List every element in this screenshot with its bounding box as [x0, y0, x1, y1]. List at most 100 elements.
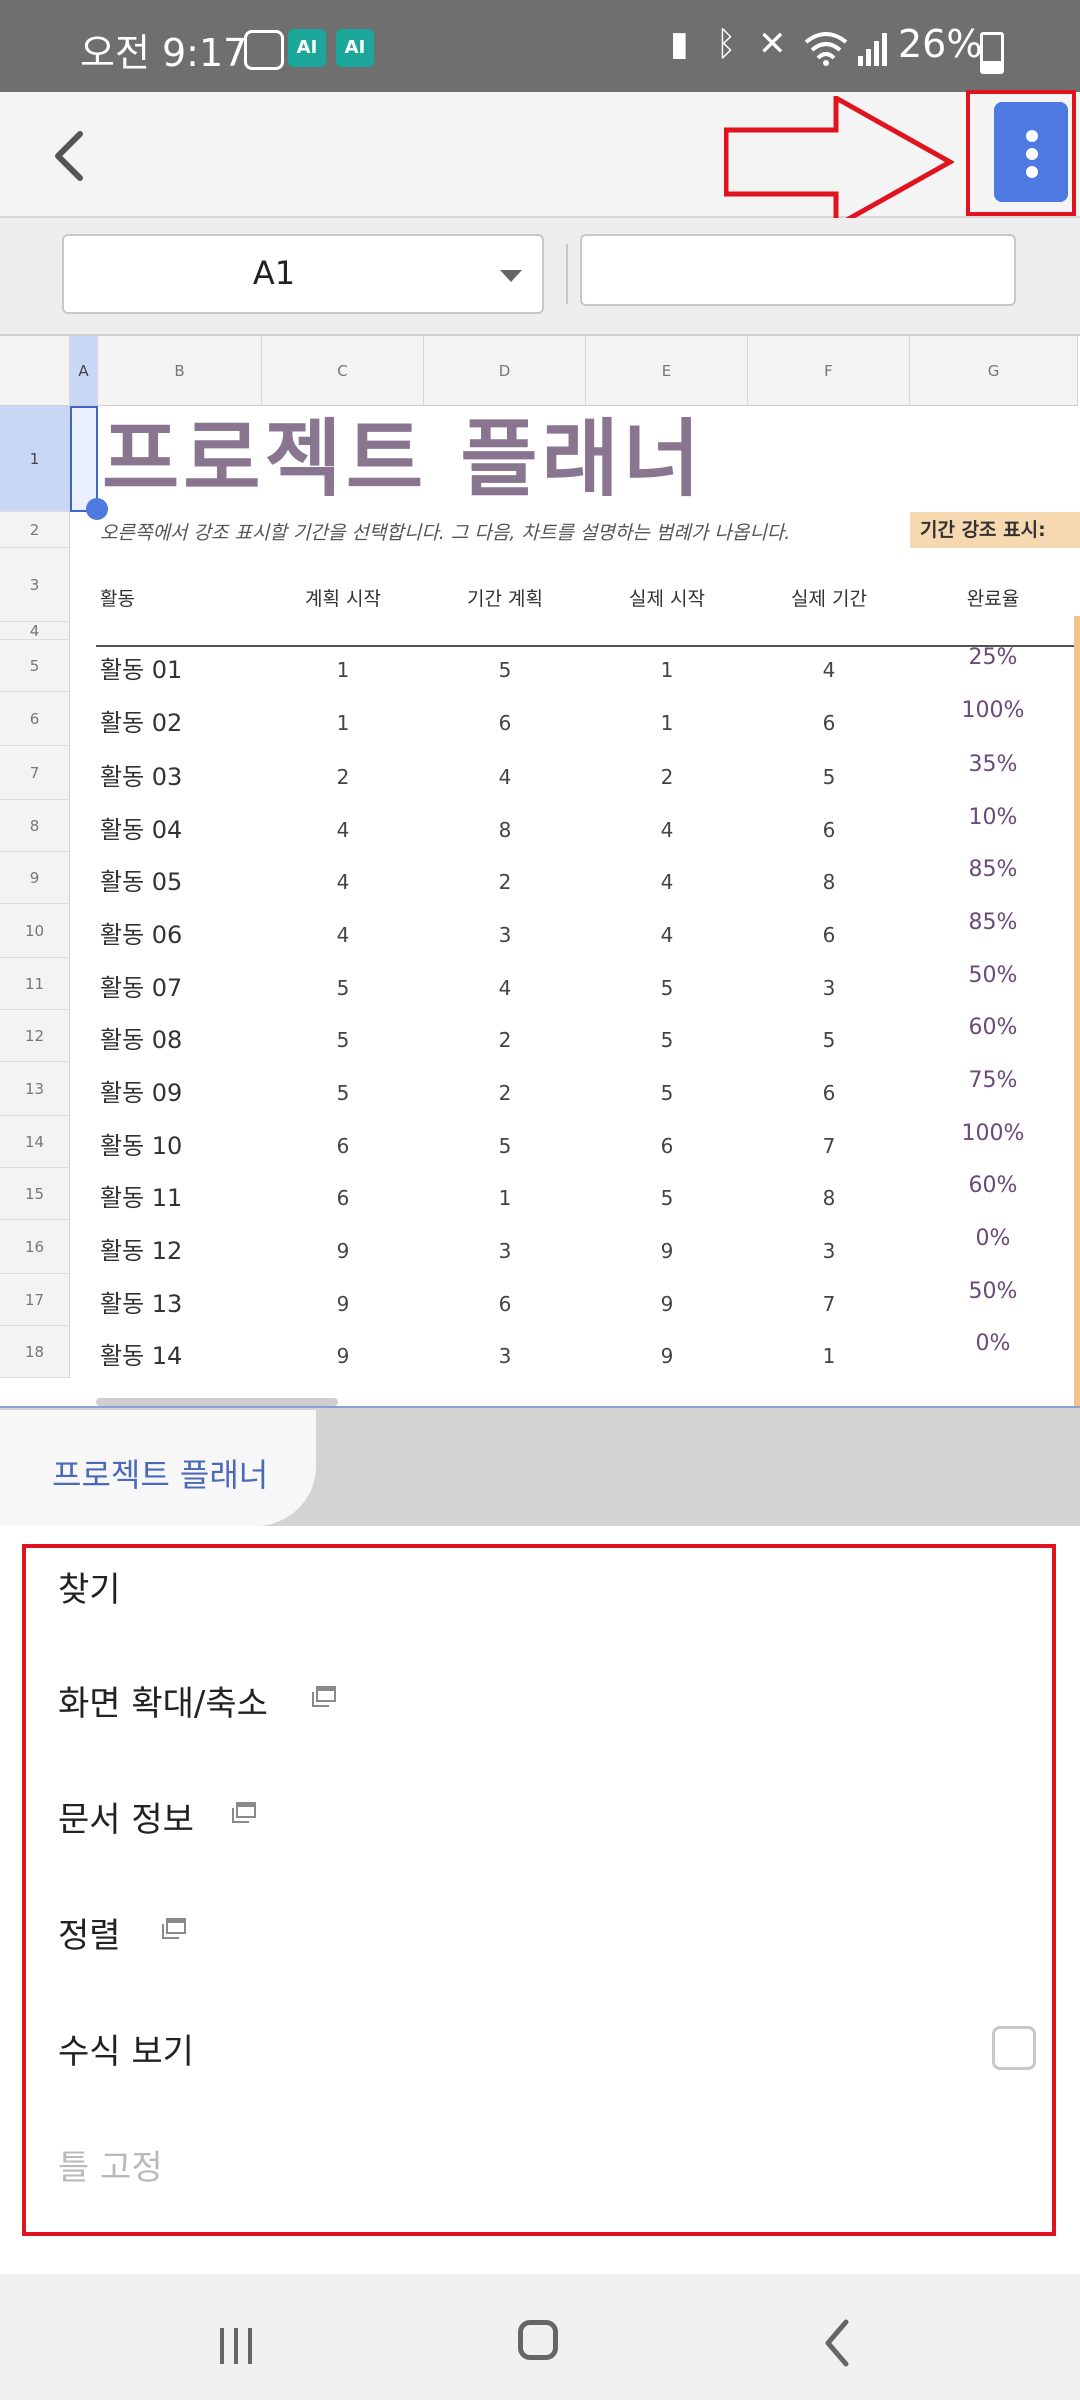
cell-plan-duration[interactable]: 5 — [424, 1122, 586, 1174]
cell-actual-start[interactable]: 6 — [586, 1122, 748, 1174]
row-header-17[interactable]: 17 — [0, 1274, 70, 1326]
cell-reference-dropdown[interactable]: A1 — [62, 234, 544, 314]
cell-plan-start[interactable]: 6 — [262, 1122, 424, 1174]
row-header-10[interactable]: 10 — [0, 904, 70, 958]
cell-activity[interactable]: 활동 08 — [100, 1016, 260, 1068]
cell-plan-start[interactable]: 6 — [262, 1174, 424, 1226]
cell-percent-complete[interactable]: 100% — [910, 1116, 1076, 1168]
cell-plan-duration[interactable]: 2 — [424, 858, 586, 910]
cell-actual-start[interactable]: 5 — [586, 1174, 748, 1226]
header-plan-duration[interactable]: 기간 계획 — [424, 584, 586, 611]
cell-activity[interactable]: 활동 02 — [100, 698, 260, 752]
cell-plan-duration[interactable]: 3 — [424, 1226, 586, 1280]
cell-actual-start[interactable]: 4 — [586, 858, 748, 910]
cell-actual-start[interactable]: 9 — [586, 1226, 748, 1280]
cell-actual-duration[interactable]: 8 — [748, 1174, 910, 1226]
cell-activity[interactable]: 활동 10 — [100, 1122, 260, 1174]
recents-icon[interactable] — [216, 2326, 256, 2366]
row-header-15[interactable]: 15 — [0, 1168, 70, 1220]
cell-activity[interactable]: 활동 12 — [100, 1226, 260, 1280]
column-header-d[interactable]: D — [424, 336, 586, 406]
home-icon[interactable] — [518, 2320, 558, 2360]
selected-cell-a1[interactable] — [70, 406, 98, 512]
cell-plan-duration[interactable]: 6 — [424, 698, 586, 752]
cell-percent-complete[interactable]: 85% — [910, 904, 1076, 958]
cell-activity[interactable]: 활동 09 — [100, 1068, 260, 1122]
cell-actual-duration[interactable]: 6 — [748, 806, 910, 858]
cell-percent-complete[interactable]: 50% — [910, 1274, 1076, 1326]
cell-actual-duration[interactable]: 7 — [748, 1122, 910, 1174]
cell-percent-complete[interactable]: 0% — [910, 1326, 1076, 1378]
cell-plan-start[interactable]: 9 — [262, 1280, 424, 1332]
sheet-title[interactable]: 프로젝트 플래너 — [102, 406, 704, 512]
cell-plan-start[interactable]: 1 — [262, 698, 424, 752]
cell-activity[interactable]: 활동 07 — [100, 964, 260, 1016]
cell-plan-start[interactable]: 5 — [262, 964, 424, 1016]
cell-percent-complete[interactable]: 50% — [910, 958, 1076, 1010]
period-highlight-cell[interactable]: 기간 강조 표시: — [910, 512, 1080, 548]
row-header-3[interactable]: 3 — [0, 548, 70, 622]
cell-plan-duration[interactable]: 4 — [424, 964, 586, 1016]
cell-plan-start[interactable]: 9 — [262, 1332, 424, 1384]
cell-plan-start[interactable]: 4 — [262, 910, 424, 964]
cell-plan-duration[interactable]: 2 — [424, 1068, 586, 1122]
cell-percent-complete[interactable]: 85% — [910, 852, 1076, 904]
cell-activity[interactable]: 활동 06 — [100, 910, 260, 964]
cell-actual-start[interactable]: 9 — [586, 1280, 748, 1332]
sheet-tab-active[interactable]: 프로젝트 플래너 — [0, 1410, 316, 1526]
cell-actual-duration[interactable]: 1 — [748, 1332, 910, 1384]
cell-activity[interactable]: 활동 05 — [100, 858, 260, 910]
back-button[interactable] — [40, 120, 100, 190]
cell-actual-duration[interactable]: 6 — [748, 698, 910, 752]
row-header-8[interactable]: 8 — [0, 800, 70, 852]
row-header-18[interactable]: 18 — [0, 1326, 70, 1378]
cell-activity[interactable]: 활동 14 — [100, 1332, 260, 1384]
column-header-f[interactable]: F — [748, 336, 910, 406]
cell-actual-start[interactable]: 9 — [586, 1332, 748, 1384]
row-header-5[interactable]: 5 — [0, 640, 70, 692]
cell-percent-complete[interactable]: 10% — [910, 800, 1076, 852]
cell-percent-complete[interactable]: 0% — [910, 1220, 1076, 1274]
cell-actual-duration[interactable]: 3 — [748, 1226, 910, 1280]
cell-actual-duration[interactable]: 4 — [748, 646, 910, 698]
cell-plan-start[interactable]: 4 — [262, 806, 424, 858]
cell-actual-duration[interactable]: 8 — [748, 858, 910, 910]
cell-activity[interactable]: 활동 03 — [100, 752, 260, 806]
row-header-12[interactable]: 12 — [0, 1010, 70, 1062]
cell-plan-duration[interactable]: 6 — [424, 1280, 586, 1332]
cell-plan-duration[interactable]: 8 — [424, 806, 586, 858]
row-header-16[interactable]: 16 — [0, 1220, 70, 1274]
cell-percent-complete[interactable]: 60% — [910, 1168, 1076, 1220]
cell-actual-duration[interactable]: 6 — [748, 1068, 910, 1122]
row-header-11[interactable]: 11 — [0, 958, 70, 1010]
row-header-6[interactable]: 6 — [0, 692, 70, 746]
header-actual-start[interactable]: 실제 시작 — [586, 584, 748, 611]
header-activity[interactable]: 활동 — [100, 584, 135, 611]
cell-actual-start[interactable]: 2 — [586, 752, 748, 806]
row-header-2[interactable]: 2 — [0, 512, 70, 548]
sheet-subtitle[interactable]: 오른쪽에서 강조 표시할 기간을 선택합니다. 그 다음, 차트를 설명하는 범… — [100, 518, 790, 545]
cell-plan-duration[interactable]: 3 — [424, 1332, 586, 1384]
cell-plan-start[interactable]: 4 — [262, 858, 424, 910]
cell-actual-duration[interactable]: 3 — [748, 964, 910, 1016]
select-all-corner[interactable] — [0, 336, 70, 406]
cell-plan-duration[interactable]: 5 — [424, 646, 586, 698]
cell-actual-start[interactable]: 1 — [586, 646, 748, 698]
header-actual-duration[interactable]: 실제 기간 — [748, 584, 910, 611]
cell-actual-duration[interactable]: 6 — [748, 910, 910, 964]
column-header-g[interactable]: G — [910, 336, 1078, 406]
row-header-1[interactable]: 1 — [0, 406, 70, 512]
spreadsheet-grid[interactable]: A B C D E F G 1 2 3 4 5 6 7 8 9 10 11 12 13 14 15 16 17 1… — [0, 336, 1080, 1408]
row-header-14[interactable]: 14 — [0, 1116, 70, 1168]
cell-plan-start[interactable]: 5 — [262, 1016, 424, 1068]
column-header-a[interactable]: A — [70, 336, 98, 406]
cell-plan-start[interactable]: 9 — [262, 1226, 424, 1280]
cell-actual-start[interactable]: 5 — [586, 964, 748, 1016]
column-header-b[interactable]: B — [98, 336, 262, 406]
cell-plan-duration[interactable]: 2 — [424, 1016, 586, 1068]
cell-actual-start[interactable]: 4 — [586, 910, 748, 964]
cell-actual-duration[interactable]: 5 — [748, 752, 910, 806]
cell-activity[interactable]: 활동 01 — [100, 646, 260, 698]
row-header-4[interactable]: 4 — [0, 622, 70, 640]
cell-actual-start[interactable]: 1 — [586, 698, 748, 752]
